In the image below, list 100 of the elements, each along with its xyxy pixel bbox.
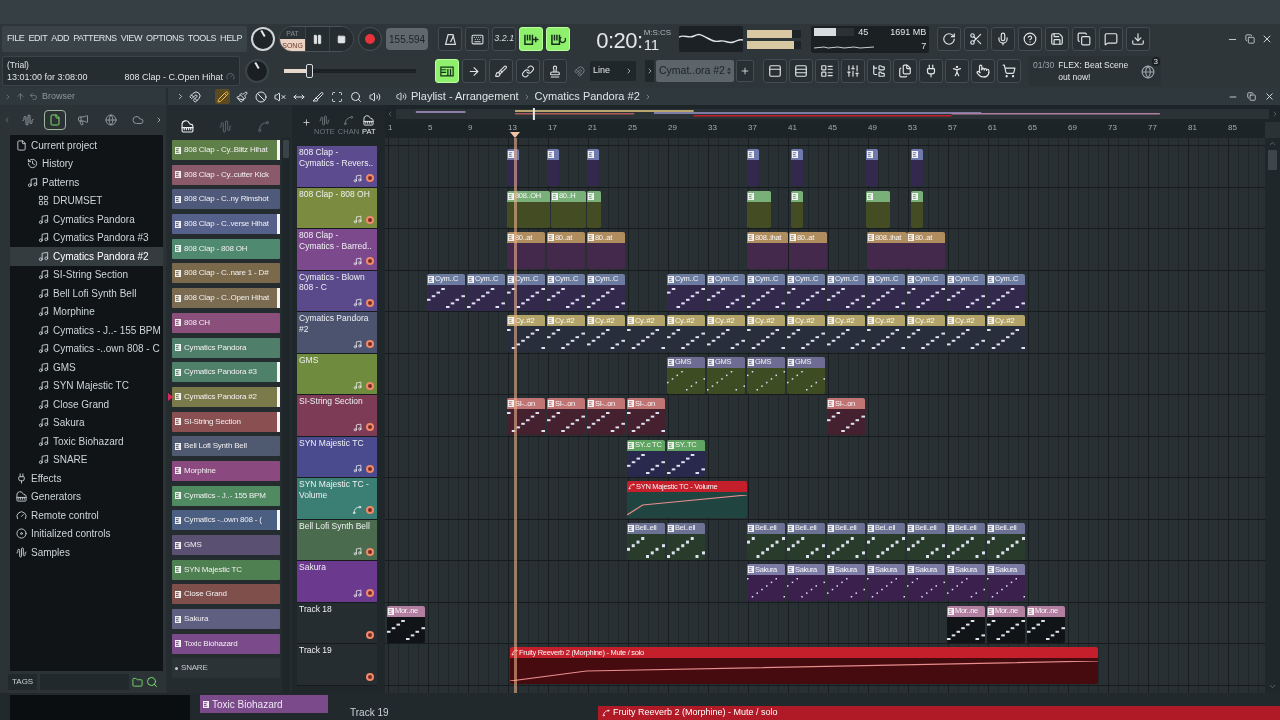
plugin-button[interactable]	[919, 59, 943, 83]
tree-item[interactable]: Bell Lofi Synth Bell	[10, 284, 163, 303]
tool-button[interactable]	[272, 89, 287, 104]
caret-icon[interactable]	[176, 92, 185, 101]
knob[interactable]	[245, 59, 269, 83]
tool-button[interactable]	[234, 89, 249, 104]
tree-item[interactable]: Morphine	[10, 302, 163, 321]
pattern-clip[interactable]	[547, 149, 559, 186]
tree-item[interactable]: SI-String Section	[10, 265, 163, 284]
pattern-clip[interactable]	[747, 149, 759, 186]
tree-item[interactable]: SNARE	[10, 450, 163, 469]
pattern-clip[interactable]	[747, 190, 771, 228]
pattern-list-item[interactable]: Cymatics Pandora	[172, 337, 280, 358]
menu-item[interactable]: VIEW	[120, 32, 143, 46]
mute-led-icon[interactable]	[366, 589, 374, 597]
track-header[interactable]: Sakura	[297, 561, 377, 603]
pattern-clip[interactable]	[587, 149, 599, 186]
pause-button[interactable]	[305, 27, 330, 51]
speaker-icon[interactable]	[396, 91, 407, 102]
tree-item[interactable]: Close Grand	[10, 395, 163, 414]
track-header[interactable]: Cymatics Pandora #2	[297, 312, 377, 354]
tool-button[interactable]	[215, 89, 230, 104]
pattern-clip[interactable]	[507, 149, 519, 186]
wait-button[interactable]	[465, 27, 490, 51]
snap-dropdown[interactable]: Line	[590, 61, 636, 81]
breadcrumb-pattern[interactable]: Cymatics Pandora #2	[534, 88, 640, 105]
pattern-list-item[interactable]: Cymatics Pandora #3	[172, 362, 280, 383]
scrollbar-thumb[interactable]	[1268, 150, 1277, 170]
stamp-button[interactable]	[543, 59, 567, 83]
menu-item[interactable]: PATTERNS	[73, 32, 117, 46]
tree-item[interactable]: Cymatics -..own 808 - C	[10, 339, 163, 358]
up-arrow-icon[interactable]	[16, 92, 25, 101]
link-button[interactable]	[516, 59, 540, 83]
pattern-list-item[interactable]: 808 CH	[172, 312, 280, 333]
tutorial-button[interactable]	[945, 59, 969, 83]
tree-item[interactable]: Sakura	[10, 413, 163, 432]
tree-item[interactable]: Cymatics Pandora #2	[10, 247, 163, 266]
shop-button[interactable]	[997, 59, 1021, 83]
track-header[interactable]: Cymatics - Blown 808 - C	[297, 270, 377, 312]
pattern-list-item[interactable]: Cymatics - J..- 155 BPM	[172, 485, 280, 506]
pattern-list-item[interactable]: SI-String Section	[172, 411, 280, 432]
feedback-button[interactable]	[1099, 27, 1124, 51]
search-icon[interactable]	[146, 676, 158, 688]
menu-item[interactable]: HELP	[220, 32, 243, 46]
metronome-button[interactable]	[438, 27, 463, 51]
track-header[interactable]: 808 Clap - Cymatics - Revers..	[297, 146, 377, 188]
playlist-button[interactable]	[763, 59, 787, 83]
mute-led-icon[interactable]	[366, 298, 374, 307]
menu-item[interactable]: ADD	[51, 32, 70, 46]
mute-led-icon[interactable]	[366, 464, 374, 473]
pattern-list-item[interactable]: Bell Lofi Synth Bell	[172, 436, 280, 457]
tree-item[interactable]: SYN Majestic TC	[10, 376, 163, 395]
mute-led-icon[interactable]	[366, 215, 374, 224]
mute-led-icon[interactable]	[366, 423, 374, 431]
track-header[interactable]: GMS	[297, 353, 377, 395]
menu-item[interactable]: EDIT	[28, 32, 48, 46]
restore-button[interactable]	[1244, 89, 1258, 104]
piano-roll-button[interactable]	[789, 59, 813, 83]
download-button[interactable]	[1126, 27, 1151, 51]
news-link[interactable]: FLEX: Beat Scene out now!	[1058, 59, 1137, 83]
pattern-list-item[interactable]: 808 Clap - Cy..cutter Kick	[172, 164, 280, 185]
track-header[interactable]: Track 18	[297, 602, 377, 644]
tempo-field[interactable]: 155.594	[386, 28, 429, 50]
tree-item[interactable]: Cymatics - J..- 155 BPM	[10, 321, 163, 340]
browser-button[interactable]	[867, 59, 891, 83]
pattern-clip[interactable]	[791, 190, 803, 228]
add-pattern-button[interactable]	[736, 60, 754, 82]
pattern-clip[interactable]	[791, 149, 803, 186]
tree-item[interactable]: Effects	[10, 469, 163, 488]
undo-button[interactable]	[937, 27, 962, 51]
pattern-clip[interactable]	[911, 149, 923, 186]
record-audio-button[interactable]	[991, 27, 1016, 51]
tree-item[interactable]: History	[10, 154, 163, 173]
pattern-list-item[interactable]: 808 Clap - Cy..Blitz Hihat	[172, 140, 280, 160]
touch-button[interactable]	[971, 59, 995, 83]
pattern-list-item[interactable]: 808 Clap - C..Open Hihat	[172, 288, 280, 309]
track-header[interactable]: 808 Clap - Cymatics - Barred..	[297, 229, 377, 271]
picker-tab[interactable]	[179, 119, 195, 133]
pattern-list-item[interactable]: Close Grand	[172, 584, 280, 605]
stop-button[interactable]	[329, 27, 354, 51]
tree-item[interactable]: Toxic Biohazard	[10, 432, 163, 451]
loop-record-button[interactable]	[546, 27, 571, 51]
pattern-list-item[interactable]: Cymatics -..own 808 - (	[172, 510, 280, 531]
globe-icon[interactable]	[1141, 65, 1155, 79]
tree-item[interactable]: Initialized controls	[10, 524, 163, 543]
scrollbar-thumb[interactable]	[283, 140, 289, 158]
project-button[interactable]	[893, 59, 917, 83]
pattern-list-item[interactable]: Toxic Biohazard	[172, 633, 280, 654]
vertical-scrollbar[interactable]	[1265, 138, 1280, 693]
mute-led-icon[interactable]	[366, 631, 374, 639]
tree-item[interactable]: Patterns	[10, 173, 163, 192]
track-header[interactable]: SYN Majestic TC	[297, 436, 377, 478]
save-button[interactable]	[1045, 27, 1070, 51]
tree-item[interactable]: Generators	[10, 487, 163, 506]
help-button[interactable]	[1018, 27, 1043, 51]
tree-item[interactable]: GMS	[10, 358, 163, 377]
mute-led-icon[interactable]	[366, 174, 374, 182]
tree-item[interactable]: DRUMSET	[10, 191, 163, 210]
tool-button[interactable]	[310, 89, 325, 104]
tree-item[interactable]: Cymatics Pandora #3	[10, 228, 163, 247]
